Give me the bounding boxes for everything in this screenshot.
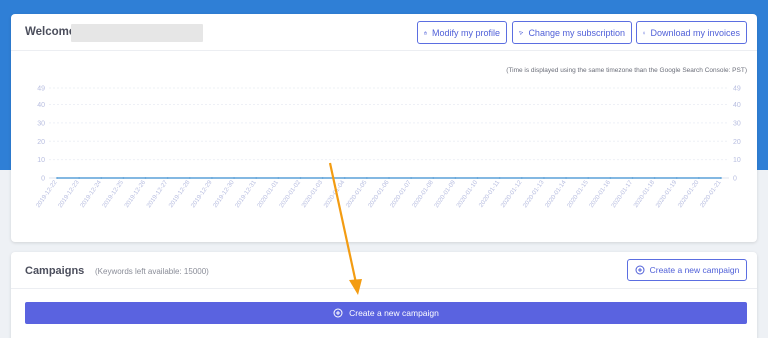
data-point bbox=[432, 177, 435, 179]
x-tick-label: 2020-01-16 bbox=[588, 179, 612, 209]
download-invoices-label: Download my invoices bbox=[650, 27, 740, 38]
create-campaign-button-secondary[interactable]: Create a new campaign bbox=[627, 259, 747, 281]
cursor-icon bbox=[519, 30, 524, 35]
data-point bbox=[211, 177, 213, 179]
y-tick-label-left: 20 bbox=[37, 139, 45, 146]
data-point bbox=[410, 177, 413, 179]
create-campaign-main-label: Create a new campaign bbox=[349, 308, 439, 318]
y-tick-label-right: 30 bbox=[733, 120, 741, 127]
y-tick-label-left: 49 bbox=[37, 86, 45, 93]
welcome-title: Welcome bbox=[25, 26, 76, 38]
data-point bbox=[78, 177, 81, 179]
x-tick-label: 2019-12-30 bbox=[212, 179, 236, 209]
create-campaign-top-label: Create a new campaign bbox=[649, 265, 740, 275]
y-tick-label-left: 10 bbox=[37, 157, 45, 164]
briefcase-icon bbox=[424, 31, 427, 34]
x-tick-label: 2020-01-06 bbox=[367, 179, 391, 209]
keywords-chart: 0 010 1020 2030 3040 4049 492019-12-222019-12-… bbox=[35, 86, 741, 210]
x-tick-label: 2020-01-12 bbox=[500, 179, 524, 209]
x-tick-label: 2019-12-26 bbox=[123, 179, 147, 209]
welcome-card: Welcome Modify my profile Change my subs… bbox=[11, 14, 757, 242]
y-tick-label-left: 40 bbox=[37, 102, 45, 109]
change-subscription-button[interactable]: Change my subscription bbox=[512, 21, 632, 44]
data-point bbox=[543, 177, 545, 179]
data-point bbox=[100, 177, 103, 179]
x-tick-label: 2020-01-04 bbox=[322, 179, 346, 209]
data-point bbox=[454, 177, 457, 179]
y-tick-label-right: 10 bbox=[733, 157, 741, 164]
data-point bbox=[122, 177, 125, 179]
x-tick-label: 2020-01-01 bbox=[256, 179, 280, 209]
data-point bbox=[188, 177, 191, 179]
x-tick-label: 2019-12-27 bbox=[145, 179, 169, 209]
redacted-username bbox=[71, 24, 203, 42]
data-point bbox=[388, 177, 390, 179]
x-tick-label: 2020-01-05 bbox=[345, 179, 369, 209]
x-tick-label: 2019-12-29 bbox=[190, 179, 214, 209]
x-tick-label: 2020-01-20 bbox=[677, 179, 701, 209]
x-tick-label: 2020-01-19 bbox=[654, 179, 678, 209]
y-tick-label-right: 20 bbox=[733, 139, 741, 146]
x-tick-label: 2020-01-17 bbox=[610, 179, 634, 209]
x-tick-label: 2019-12-28 bbox=[168, 179, 192, 209]
y-tick-label-left: 0 bbox=[41, 176, 45, 183]
data-point bbox=[299, 177, 302, 179]
data-point bbox=[609, 177, 612, 179]
change-subscription-label: Change my subscription bbox=[528, 27, 625, 38]
x-tick-label: 2020-01-07 bbox=[389, 179, 413, 209]
y-tick-label-right: 40 bbox=[733, 102, 741, 109]
x-tick-label: 2020-01-14 bbox=[544, 179, 568, 209]
x-tick-label: 2020-01-18 bbox=[632, 179, 656, 209]
data-point bbox=[233, 177, 235, 179]
x-tick-label: 2019-12-22 bbox=[35, 179, 59, 209]
data-point bbox=[166, 177, 169, 179]
y-tick-label-right: 49 bbox=[733, 86, 741, 93]
x-tick-label: 2020-01-08 bbox=[411, 179, 435, 209]
data-point bbox=[520, 177, 523, 179]
x-tick-label: 2019-12-23 bbox=[57, 179, 81, 209]
data-point bbox=[720, 177, 722, 179]
data-point bbox=[277, 177, 280, 179]
timezone-note: (Time is displayed using the same timezo… bbox=[506, 67, 747, 74]
keywords-left-text: (Keywords left available: 15000) bbox=[95, 267, 209, 276]
x-tick-label: 2020-01-11 bbox=[478, 179, 502, 209]
x-tick-label: 2020-01-10 bbox=[455, 179, 479, 209]
modify-profile-label: Modify my profile bbox=[431, 27, 500, 38]
y-tick-label-right: 0 bbox=[733, 176, 737, 183]
plus-circle-icon bbox=[635, 265, 645, 275]
data-point bbox=[653, 177, 656, 179]
campaigns-header: Campaigns (Keywords left available: 1500… bbox=[11, 252, 757, 289]
x-tick-label: 2020-01-15 bbox=[566, 179, 590, 209]
data-point bbox=[631, 177, 634, 179]
modify-profile-button[interactable]: Modify my profile bbox=[417, 21, 507, 44]
data-point bbox=[675, 177, 678, 179]
y-tick-label-left: 30 bbox=[37, 120, 45, 127]
x-tick-label: 2020-01-21 bbox=[699, 179, 723, 209]
create-campaign-button[interactable]: Create a new campaign bbox=[25, 302, 747, 324]
data-point bbox=[697, 177, 700, 179]
x-tick-label: 2020-01-13 bbox=[522, 179, 546, 209]
x-tick-label: 2020-01-03 bbox=[300, 179, 324, 209]
data-point bbox=[587, 177, 590, 179]
x-tick-label: 2019-12-31 bbox=[234, 179, 258, 209]
x-tick-label: 2019-12-24 bbox=[79, 179, 103, 209]
data-point bbox=[321, 177, 324, 179]
campaigns-card: Campaigns (Keywords left available: 1500… bbox=[11, 252, 757, 338]
data-point bbox=[343, 177, 346, 179]
data-point bbox=[365, 177, 368, 179]
data-point bbox=[56, 177, 58, 179]
data-point bbox=[144, 177, 147, 179]
data-point bbox=[255, 177, 258, 179]
x-tick-label: 2019-12-25 bbox=[101, 179, 125, 209]
campaigns-title: Campaigns bbox=[25, 265, 85, 277]
x-tick-label: 2020-01-09 bbox=[433, 179, 457, 209]
download-invoices-button[interactable]: Download my invoices bbox=[636, 21, 747, 44]
download-icon bbox=[643, 31, 646, 34]
x-tick-label: 2020-01-02 bbox=[278, 179, 302, 209]
plus-circle-icon bbox=[333, 308, 343, 318]
data-point bbox=[476, 177, 479, 179]
data-point bbox=[498, 177, 501, 179]
welcome-header: Welcome Modify my profile Change my subs… bbox=[11, 14, 757, 51]
data-point bbox=[565, 177, 567, 179]
